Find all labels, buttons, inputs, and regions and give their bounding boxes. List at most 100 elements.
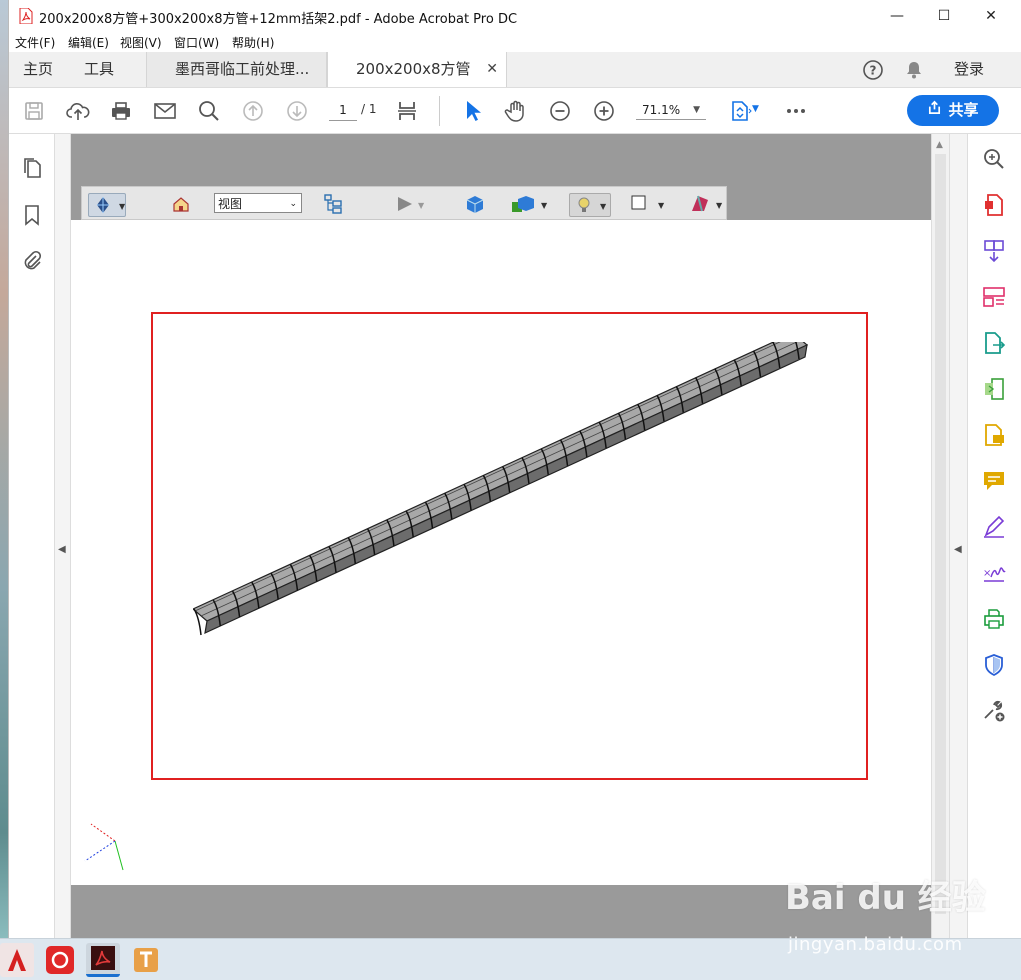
fit-page-icon[interactable]: [394, 98, 420, 124]
close-window-button[interactable]: ✕: [968, 0, 1014, 32]
select-cursor-icon[interactable]: [459, 98, 485, 124]
expand-right-arrow-icon[interactable]: ◀: [954, 544, 962, 555]
print-production-icon[interactable]: [981, 606, 1007, 632]
create-pdf-icon[interactable]: [981, 192, 1007, 218]
email-icon[interactable]: [152, 98, 178, 124]
3d-lighting-icon[interactable]: ▼: [569, 193, 611, 217]
cloud-upload-icon[interactable]: [65, 98, 91, 124]
menu-edit[interactable]: 编辑(E): [68, 34, 109, 51]
combine-files-icon[interactable]: [981, 238, 1007, 264]
3d-cross-section-icon[interactable]: ▼: [688, 193, 728, 215]
menu-bar: 文件(F) 编辑(E) 视图(V) 窗口(W) 帮助(H): [9, 32, 1021, 52]
convert-tools-icon[interactable]: [727, 98, 753, 124]
fill-sign-icon[interactable]: [981, 514, 1007, 540]
page-total: / 1: [361, 102, 377, 116]
page-thumbnails-icon[interactable]: [20, 156, 44, 180]
svg-text:▼: ▼: [541, 201, 548, 210]
3d-render-mode-icon[interactable]: ▼: [510, 193, 550, 215]
svg-text:▼: ▼: [418, 201, 425, 210]
3d-home-view-icon[interactable]: [170, 193, 192, 215]
right-tools-panel: ×: [967, 134, 1021, 938]
tab-document-1[interactable]: 墨西哥临工前处理...: [146, 52, 327, 87]
scroll-up-arrow-icon[interactable]: ▲: [936, 140, 943, 150]
right-panel-collapse[interactable]: ◀: [949, 134, 967, 938]
zoom-out-icon[interactable]: [547, 98, 573, 124]
3d-projection-icon[interactable]: [464, 193, 486, 215]
svg-text:▼: ▼: [658, 201, 665, 210]
protect-shield-icon[interactable]: [981, 652, 1007, 678]
tool-app-icon[interactable]: [129, 943, 163, 977]
share-icon: [927, 95, 942, 126]
title-bar: 200x200x8方管+300x200x8方管+12mm括架2.pdf - Ad…: [9, 0, 1021, 32]
main-toolbar: 1 / 1 71.1% ▼ ▼ 共享: [9, 88, 1021, 134]
tab-tools[interactable]: 工具: [84, 52, 114, 87]
notification-bell-icon[interactable]: [903, 59, 925, 81]
menu-help[interactable]: 帮助(H): [232, 34, 274, 51]
previous-page-icon[interactable]: [240, 98, 266, 124]
autocad-app-icon[interactable]: [0, 943, 34, 977]
comment-pdf-icon[interactable]: [981, 422, 1007, 448]
bookmark-icon[interactable]: [20, 203, 44, 227]
search-zoom-icon[interactable]: [196, 98, 222, 124]
print-icon[interactable]: [108, 98, 134, 124]
attachment-icon[interactable]: [20, 249, 44, 273]
3d-rotate-tool-icon[interactable]: ▼: [88, 193, 126, 217]
svg-text:?: ?: [870, 64, 877, 78]
expand-left-arrow-icon[interactable]: ◀: [58, 544, 66, 555]
share-button[interactable]: 共享: [907, 95, 999, 126]
zoom-tool-icon[interactable]: [981, 146, 1007, 172]
share-label: 共享: [948, 101, 979, 119]
netease-music-app-icon[interactable]: [43, 943, 77, 977]
3d-view-select[interactable]: 视图 ⌄: [214, 193, 302, 213]
3d-model-tube-rack[interactable]: [193, 342, 813, 750]
3d-background-color-icon[interactable]: ▼: [628, 193, 668, 215]
zoom-level-value: 71.1%: [642, 103, 681, 117]
login-button[interactable]: 登录: [954, 52, 984, 87]
svg-text:×: ×: [983, 568, 991, 579]
close-tab-icon[interactable]: ✕: [486, 52, 498, 87]
chevron-down-icon: ▼: [693, 105, 700, 115]
acrobat-window: 200x200x8方管+300x200x8方管+12mm括架2.pdf - Ad…: [8, 0, 1021, 938]
pdf-page: [71, 220, 931, 885]
baidu-watermark-url: jingyan.baidu.com: [788, 934, 963, 955]
left-navigation-panel: [9, 134, 55, 938]
acrobat-pdf-icon: [19, 8, 33, 24]
model-tree-icon[interactable]: [322, 193, 344, 215]
3d-play-animation-icon[interactable]: ▼: [394, 193, 428, 215]
left-panel-collapse[interactable]: ◀: [55, 134, 71, 938]
document-viewport: ▼ 视图 ⌄ ▼ ▼ ▼ ▼ ▼: [71, 134, 931, 938]
more-tools-icon[interactable]: [981, 698, 1007, 724]
save-icon[interactable]: [21, 98, 47, 124]
zoom-level-select[interactable]: 71.1% ▼: [636, 100, 706, 120]
next-page-icon[interactable]: [284, 98, 310, 124]
3d-axis-triad-icon: [84, 823, 124, 871]
tab-bar: 主页 工具 墨西哥临工前处理... 200x200x8方管+3... ✕ ? 登…: [9, 52, 1021, 113]
acrobat-app-icon[interactable]: [86, 943, 120, 977]
menu-window[interactable]: 窗口(W): [174, 34, 219, 51]
toolbar-divider: [439, 96, 440, 126]
organize-pages-icon[interactable]: [981, 284, 1007, 310]
menu-file[interactable]: 文件(F): [15, 34, 55, 51]
zoom-in-icon[interactable]: [591, 98, 617, 124]
svg-text:▼: ▼: [716, 201, 723, 210]
tab-document-2[interactable]: 200x200x8方管+3... ✕: [327, 52, 507, 113]
3d-toolbar: ▼ 视图 ⌄ ▼ ▼ ▼ ▼ ▼: [81, 186, 727, 220]
scrollbar-thumb[interactable]: [935, 154, 946, 914]
tab-home[interactable]: 主页: [23, 52, 53, 87]
baidu-watermark-logo: Bai du 经验: [785, 878, 986, 918]
hand-tool-icon[interactable]: [503, 98, 529, 124]
request-signature-icon[interactable]: ×: [981, 560, 1007, 586]
export-pdf-icon[interactable]: [981, 330, 1007, 356]
convert-dropdown-chevron-icon[interactable]: ▼: [752, 104, 759, 114]
more-options-icon[interactable]: [783, 98, 809, 124]
chevron-down-icon: ⌄: [289, 199, 297, 209]
help-icon[interactable]: ?: [862, 59, 884, 81]
page-number-input[interactable]: 1: [329, 100, 357, 121]
maximize-button[interactable]: ☐: [921, 0, 967, 32]
3d-view-select-value: 视图: [218, 197, 243, 211]
minimize-button[interactable]: —: [874, 0, 920, 32]
comment-icon[interactable]: [981, 468, 1007, 494]
vertical-scrollbar[interactable]: ▲: [931, 134, 949, 938]
edit-pdf-icon[interactable]: [981, 376, 1007, 402]
menu-view[interactable]: 视图(V): [120, 34, 162, 51]
